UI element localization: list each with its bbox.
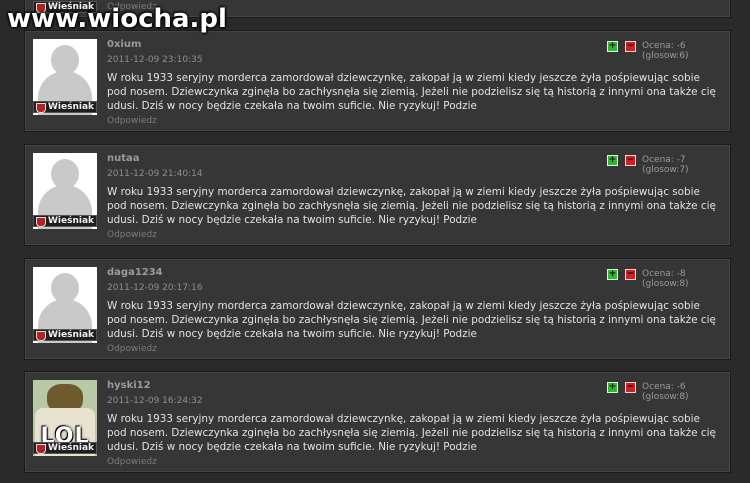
comment: Wieśniak 0xium 2011-12-09 23:10:35 + − O… <box>24 30 731 132</box>
rank-label: Wieśniak <box>48 330 95 340</box>
comment-text: W roku 1933 seryjny morderca zamordował … <box>107 413 716 453</box>
rank-badge: Wieśniak <box>33 329 97 341</box>
vote-down-button[interactable]: − <box>625 155 636 166</box>
shield-icon <box>36 331 46 341</box>
comment-rating: Ocena: -8 (glosow:8) <box>642 269 689 289</box>
reply-link[interactable]: Odpowiedz <box>107 230 157 240</box>
comment-text: W roku 1933 seryjny morderca zamordował … <box>107 300 716 340</box>
comment-rating: Ocena: -7 (glosow:7) <box>642 155 689 175</box>
comment-date: 2011-12-09 16:24:32 <box>107 396 203 406</box>
rank-badge: Wieśniak <box>33 101 97 113</box>
comment-date: 2011-12-09 23:10:35 <box>107 55 203 65</box>
comment: LOL Wieśniak hyski12 2011-12-09 16:24:32… <box>24 371 731 473</box>
rank-badge: Wieśniak <box>33 215 97 227</box>
comment-date: 2011-12-09 21:40:14 <box>107 169 203 179</box>
vote-down-button[interactable]: − <box>625 269 636 280</box>
reply-link[interactable]: Odpowiedz <box>107 457 157 467</box>
comment: Wieśniak nutaa 2011-12-09 21:40:14 + − O… <box>24 144 731 246</box>
comment: Wieśniak daga1234 2011-12-09 20:17:16 + … <box>24 258 731 360</box>
comment-author[interactable]: nutaa <box>107 153 140 164</box>
comment-author[interactable]: hyski12 <box>107 380 151 391</box>
rank-badge: Wieśniak <box>33 442 97 454</box>
comment-text: W roku 1933 seryjny morderca zamordował … <box>107 72 716 112</box>
vote-up-button[interactable]: + <box>607 382 618 393</box>
rank-label: Wieśniak <box>48 102 95 112</box>
shield-icon <box>36 103 46 113</box>
site-watermark: www.wiocha.pl <box>7 4 227 34</box>
rank-label: Wieśniak <box>48 443 95 453</box>
vote-down-button[interactable]: − <box>625 41 636 52</box>
comment-author[interactable]: daga1234 <box>107 267 163 278</box>
comment-rating: Ocena: -6 (glosow:8) <box>642 382 689 402</box>
comment-rating: Ocena: -6 (glosow:6) <box>642 41 689 61</box>
comments-page: Wieśniak Odpowiedz Wieśniak 0xium 2011-1… <box>0 0 750 483</box>
vote-up-button[interactable]: + <box>607 155 618 166</box>
rank-label: Wieśniak <box>48 216 95 226</box>
vote-down-button[interactable]: − <box>625 382 636 393</box>
reply-link[interactable]: Odpowiedz <box>107 116 157 126</box>
shield-icon <box>36 217 46 227</box>
reply-link[interactable]: Odpowiedz <box>107 344 157 354</box>
comment-date: 2011-12-09 20:17:16 <box>107 283 203 293</box>
shield-icon <box>36 444 46 454</box>
vote-up-button[interactable]: + <box>607 41 618 52</box>
vote-up-button[interactable]: + <box>607 269 618 280</box>
comment-text: W roku 1933 seryjny morderca zamordował … <box>107 186 716 226</box>
comment-author[interactable]: 0xium <box>107 39 141 50</box>
